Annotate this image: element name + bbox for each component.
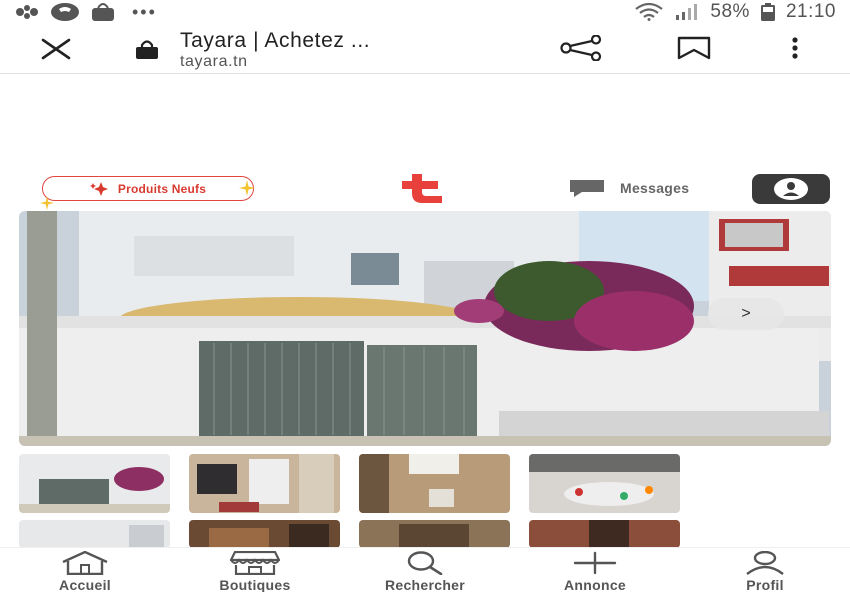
house-photo xyxy=(19,211,831,446)
status-right: 58% 21:10 xyxy=(634,1,836,23)
nav-label-profil: Profil xyxy=(746,577,784,592)
sparkle-yellow-icon xyxy=(239,180,255,196)
status-more: ••• xyxy=(132,1,157,22)
close-button[interactable] xyxy=(38,36,74,62)
nav-item-boutiques[interactable]: Boutiques xyxy=(190,548,320,592)
battery-percent: 58% xyxy=(710,1,750,22)
tayara-logo-icon xyxy=(402,174,442,203)
status-left: ••• xyxy=(14,2,157,23)
messages-label: Messages xyxy=(620,180,690,196)
thumbnail-6[interactable] xyxy=(189,520,340,548)
nav-item-accueil[interactable]: Accueil xyxy=(20,548,150,592)
home-icon xyxy=(62,551,108,575)
more-vert-icon xyxy=(792,37,798,59)
thumbnail-4-image xyxy=(529,454,680,513)
sparkle-icon xyxy=(89,181,108,196)
nav-label-accueil: Accueil xyxy=(59,577,111,592)
chat-icon xyxy=(570,180,604,197)
notification-app-icon xyxy=(16,5,38,19)
thumbnail-8-image xyxy=(529,520,680,548)
wifi-icon xyxy=(635,3,664,21)
sparkle-yellow-small-icon xyxy=(40,196,54,210)
clock: 21:10 xyxy=(785,1,836,22)
thumbnail-7-image xyxy=(359,520,510,548)
messages-button[interactable]: Messages xyxy=(568,178,689,198)
produits-neufs-label: Produits Neufs xyxy=(117,181,207,196)
bookmark-button[interactable] xyxy=(676,36,712,65)
thumbnail-3-image xyxy=(359,454,510,513)
status-bar: ••• 58% 21:10 xyxy=(0,0,850,24)
listing-main-photo[interactable] xyxy=(19,211,831,446)
nav-label-annonce: Annonce xyxy=(564,577,626,592)
bottom-navigation: Accueil Boutiques Rechercher Annonce Pro… xyxy=(0,547,850,592)
bookmark-icon xyxy=(677,36,711,60)
page-url: tayara.tn xyxy=(180,53,248,70)
thumbnail-5-image xyxy=(19,520,170,548)
nav-item-annonce[interactable]: Annonce xyxy=(530,548,660,592)
thumbnail-3[interactable] xyxy=(359,454,510,513)
thumbnail-2[interactable] xyxy=(189,454,340,513)
profile-avatar-button[interactable] xyxy=(752,174,830,204)
thumbnail-2-image xyxy=(189,454,340,513)
thumbnail-1[interactable] xyxy=(19,454,170,513)
page-title-block[interactable]: Tayara | Achetez ... tayara.tn xyxy=(180,29,370,71)
thumbnail-5[interactable] xyxy=(19,520,170,548)
signal-icon xyxy=(676,4,698,20)
site-header: Produits Neufs Messages xyxy=(0,166,850,210)
share-button[interactable] xyxy=(558,34,604,66)
close-icon xyxy=(41,38,71,60)
thumbnail-8[interactable] xyxy=(529,520,680,548)
nav-item-profil[interactable]: Profil xyxy=(700,548,830,592)
phone-icon xyxy=(51,3,79,21)
nav-label-rechercher: Rechercher xyxy=(384,577,466,592)
produits-neufs-button[interactable]: Produits Neufs xyxy=(40,176,255,210)
tayara-logo[interactable] xyxy=(398,172,452,209)
nav-item-rechercher[interactable]: Rechercher xyxy=(360,548,490,592)
share-icon xyxy=(560,34,602,62)
user-icon xyxy=(746,551,784,575)
next-photo-button[interactable]: > xyxy=(708,298,784,330)
user-circle-icon xyxy=(774,178,808,200)
battery-icon xyxy=(760,3,775,21)
thumbnail-7[interactable] xyxy=(359,520,510,548)
lock-icon xyxy=(136,40,158,59)
browser-toolbar: Tayara | Achetez ... tayara.tn xyxy=(0,24,850,74)
thumbnail-1-image xyxy=(19,454,170,513)
thumbnail-4[interactable] xyxy=(529,454,680,513)
bag-icon xyxy=(92,3,114,21)
store-icon xyxy=(229,551,281,575)
search-icon xyxy=(407,551,443,575)
nav-label-boutiques: Boutiques xyxy=(219,577,291,592)
more-options-button[interactable] xyxy=(784,36,806,65)
thumbnail-6-image xyxy=(189,520,340,548)
plus-icon xyxy=(573,551,617,575)
page-title: Tayara | Achetez ... xyxy=(180,29,371,52)
